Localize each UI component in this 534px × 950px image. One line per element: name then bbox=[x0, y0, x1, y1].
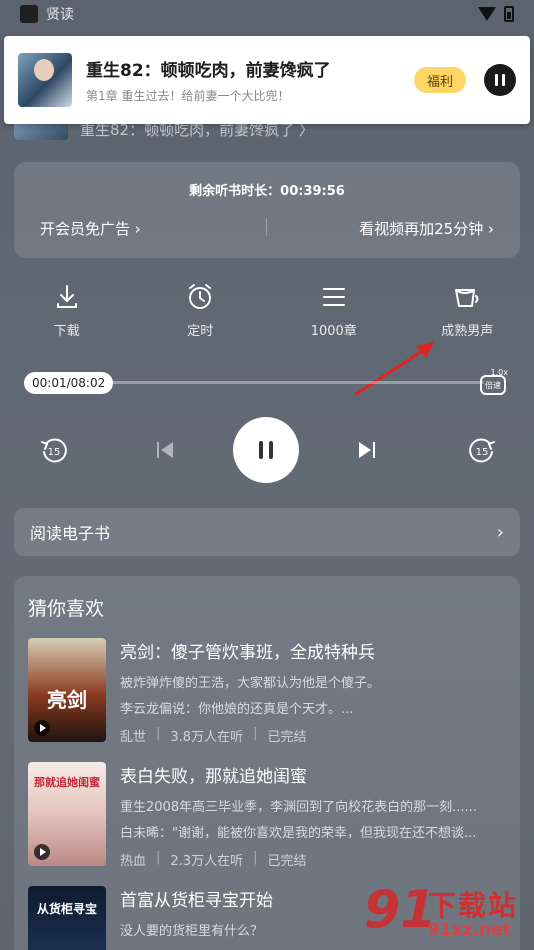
voice-button[interactable]: 成熟男声 bbox=[401, 282, 534, 339]
notification-subtitle: 第1章 重生过去！给前妻一个大比兜！ bbox=[86, 89, 290, 103]
book-description-2: 李云龙偏说：你他娘的还真是个天才。... bbox=[120, 702, 354, 717]
book-description: 重生2008年高三毕业季，李渊回到了向校花表白的那一刻...... bbox=[120, 800, 477, 815]
alarm-clock-icon bbox=[189, 284, 212, 309]
vip-no-ads-link[interactable]: 开会员免广告 › bbox=[40, 218, 141, 239]
book-cover-image: 亮剑 bbox=[28, 638, 106, 742]
book-description: 被炸弹炸傻的王浩，大家都认为他是个傻子。 bbox=[120, 676, 381, 691]
status-bar: 贤读 bbox=[0, 0, 534, 28]
divider bbox=[266, 218, 267, 236]
chevron-right-icon: › bbox=[496, 521, 504, 543]
timer-button[interactable]: 定时 bbox=[134, 282, 268, 339]
notification-cover-image bbox=[18, 53, 72, 107]
chapters-button[interactable]: 1000章 bbox=[267, 282, 401, 339]
book-meta: 热血 | 2.3万人在听 | 已完结 bbox=[120, 850, 307, 869]
watermark: 91 下载站 91xz.net bbox=[360, 880, 530, 946]
book-title: 亮剑：傻子管炊事班，全成特种兵 bbox=[120, 643, 375, 663]
meta-separator: | bbox=[156, 726, 161, 741]
list-item[interactable]: 亮剑 亮剑：傻子管炊事班，全成特种兵 被炸弹炸傻的王浩，大家都认为他是个傻子。 … bbox=[28, 638, 508, 745]
watch-video-link[interactable]: 看视频再加25分钟 › bbox=[359, 218, 494, 239]
remaining-listen-time: 剩余听书时长：00:39:56 bbox=[189, 184, 345, 199]
book-title: 表白失败，那就追她闺蜜 bbox=[120, 767, 307, 787]
rewind-15-text: 15 bbox=[48, 447, 61, 458]
cover-text: 从货柜寻宝 bbox=[36, 902, 97, 916]
download-icon bbox=[56, 285, 77, 308]
list-icon bbox=[322, 288, 345, 306]
read-ebook-label: 阅读电子书 bbox=[30, 524, 111, 543]
pause-icon-bar bbox=[495, 74, 498, 86]
play-icon bbox=[34, 844, 50, 860]
forward-15-icon: 15 bbox=[469, 438, 495, 463]
list-item[interactable]: 那就追她闺蜜 表白失败，那就追她闺蜜 重生2008年高三毕业季，李渊回到了向校花… bbox=[28, 762, 508, 869]
welfare-button[interactable]: 福利 bbox=[414, 67, 466, 93]
book-status: 已完结 bbox=[267, 730, 307, 745]
download-label: 下载 bbox=[53, 324, 80, 339]
timer-label: 定时 bbox=[187, 324, 214, 339]
skip-next-icon bbox=[359, 442, 375, 458]
status-icons bbox=[478, 6, 514, 22]
forward-15-button[interactable]: 15 bbox=[462, 416, 502, 484]
previous-chapter-button[interactable] bbox=[150, 416, 180, 484]
book-genre: 乱世 bbox=[120, 730, 147, 745]
download-button[interactable]: 下载 bbox=[0, 282, 134, 339]
play-pause-button[interactable] bbox=[233, 416, 299, 484]
watermark-title: 下载站 bbox=[428, 889, 519, 922]
book-cover-image: 从货柜寻宝 bbox=[28, 886, 106, 950]
book-cover-image: 那就追她闺蜜 bbox=[28, 762, 106, 866]
skip-previous-icon bbox=[157, 442, 173, 458]
listen-time-card: 剩余听书时长：00:39:56 开会员免广告 › 看视频再加25分钟 › bbox=[14, 162, 520, 258]
notification-text: 重生82：顿顿吃肉，前妻馋疯了 第1章 重生过去！给前妻一个大比兜！ bbox=[86, 56, 414, 104]
app-icon bbox=[20, 5, 38, 23]
book-description-2: 白未晞："谢谢，能被你喜欢是我的荣幸，但我现在还不想谈... bbox=[120, 826, 477, 841]
playback-speed-button[interactable]: 1.0x 倍速 bbox=[478, 368, 508, 396]
status-app-name: 贤读 bbox=[46, 7, 74, 23]
book-listeners: 3.8万人在听 bbox=[170, 730, 244, 745]
rewind-15-icon: 15 bbox=[41, 438, 67, 463]
watermark-url: 91xz.net bbox=[428, 920, 511, 940]
read-ebook-row[interactable]: 阅读电子书 › bbox=[14, 508, 520, 556]
meta-separator: | bbox=[253, 726, 258, 741]
pause-icon-bar bbox=[502, 74, 505, 86]
book-title: 首富从货柜寻宝开始 bbox=[120, 891, 273, 911]
next-chapter-button[interactable] bbox=[352, 416, 382, 484]
play-icon bbox=[34, 720, 50, 736]
cover-text: 亮剑 bbox=[47, 688, 87, 712]
book-status: 已完结 bbox=[267, 854, 307, 869]
playback-progress-bar[interactable]: 00:01/08:02 bbox=[24, 372, 484, 394]
voice-cup-icon bbox=[455, 289, 479, 307]
forward-15-text: 15 bbox=[476, 447, 489, 458]
recommendations-title: 猜你喜欢 bbox=[28, 598, 105, 620]
watermark-logo: 91 bbox=[364, 880, 437, 940]
cover-text: 那就追她闺蜜 bbox=[34, 776, 100, 789]
tools-row: 下载 定时 1000章 成熟男声 bbox=[0, 282, 534, 339]
playback-controls: 15 15 bbox=[0, 416, 534, 484]
battery-icon bbox=[504, 6, 514, 22]
progress-time-thumb[interactable]: 00:01/08:02 bbox=[24, 372, 114, 394]
now-playing-notification[interactable]: 重生82：顿顿吃肉，前妻馋疯了 第1章 重生过去！给前妻一个大比兜！ 福利 bbox=[4, 36, 530, 124]
speed-label: 倍速 bbox=[480, 375, 506, 395]
meta-separator: | bbox=[156, 850, 161, 865]
book-meta: 乱世 | 3.8万人在听 | 已完结 bbox=[120, 726, 307, 745]
wifi-icon bbox=[478, 7, 496, 21]
pause-icon bbox=[233, 417, 299, 483]
book-listeners: 2.3万人在听 bbox=[170, 854, 244, 869]
book-genre: 热血 bbox=[120, 854, 147, 869]
meta-separator: | bbox=[253, 850, 258, 865]
rewind-15-button[interactable]: 15 bbox=[34, 416, 74, 484]
notification-title: 重生82：顿顿吃肉，前妻馋疯了 bbox=[86, 61, 331, 81]
notification-pause-button[interactable] bbox=[484, 64, 516, 96]
